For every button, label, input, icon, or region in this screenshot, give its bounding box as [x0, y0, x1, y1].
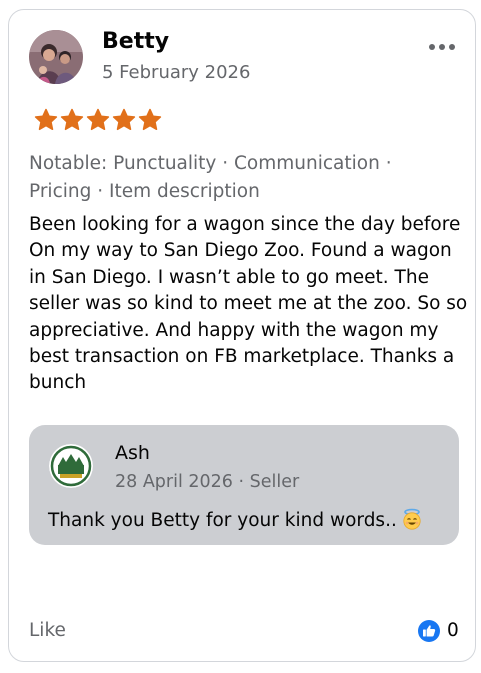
more-horizontal-icon — [429, 44, 435, 50]
review-card: Betty 5 February 2026 Notable: Punctuali… — [8, 9, 476, 662]
star-icon — [60, 108, 84, 131]
seller-reply: Ash 28 April 2026 · Seller Thank you Bet… — [29, 425, 459, 545]
like-count: 0 — [447, 620, 459, 641]
reply-meta: 28 April 2026 · Seller — [115, 472, 300, 492]
like-button[interactable]: Like — [29, 619, 66, 643]
more-options-button[interactable] — [425, 36, 459, 58]
review-date: 5 February 2026 — [102, 62, 251, 83]
seller-name[interactable]: Ash — [115, 441, 150, 465]
reply-text-line: Thank you Betty for your kind words.. — [48, 508, 423, 537]
star-icon — [138, 108, 162, 131]
star-rating — [34, 108, 164, 132]
star-icon — [86, 108, 110, 131]
notable-tags: Notable: Punctuality · Communication · P… — [29, 153, 392, 202]
like-reaction-summary[interactable]: 0 — [417, 619, 459, 643]
halo-smile-emoji-icon — [401, 508, 423, 537]
thumbs-up-icon — [418, 620, 440, 642]
seller-avatar[interactable] — [49, 444, 93, 488]
reply-text: Thank you Betty for your kind words.. — [48, 510, 397, 531]
reviewer-avatar[interactable] — [29, 30, 83, 84]
star-icon — [34, 108, 58, 131]
star-icon — [112, 108, 136, 131]
review-text: Been looking for a wagon since the day b… — [29, 214, 468, 394]
reviewer-name[interactable]: Betty — [102, 28, 169, 56]
